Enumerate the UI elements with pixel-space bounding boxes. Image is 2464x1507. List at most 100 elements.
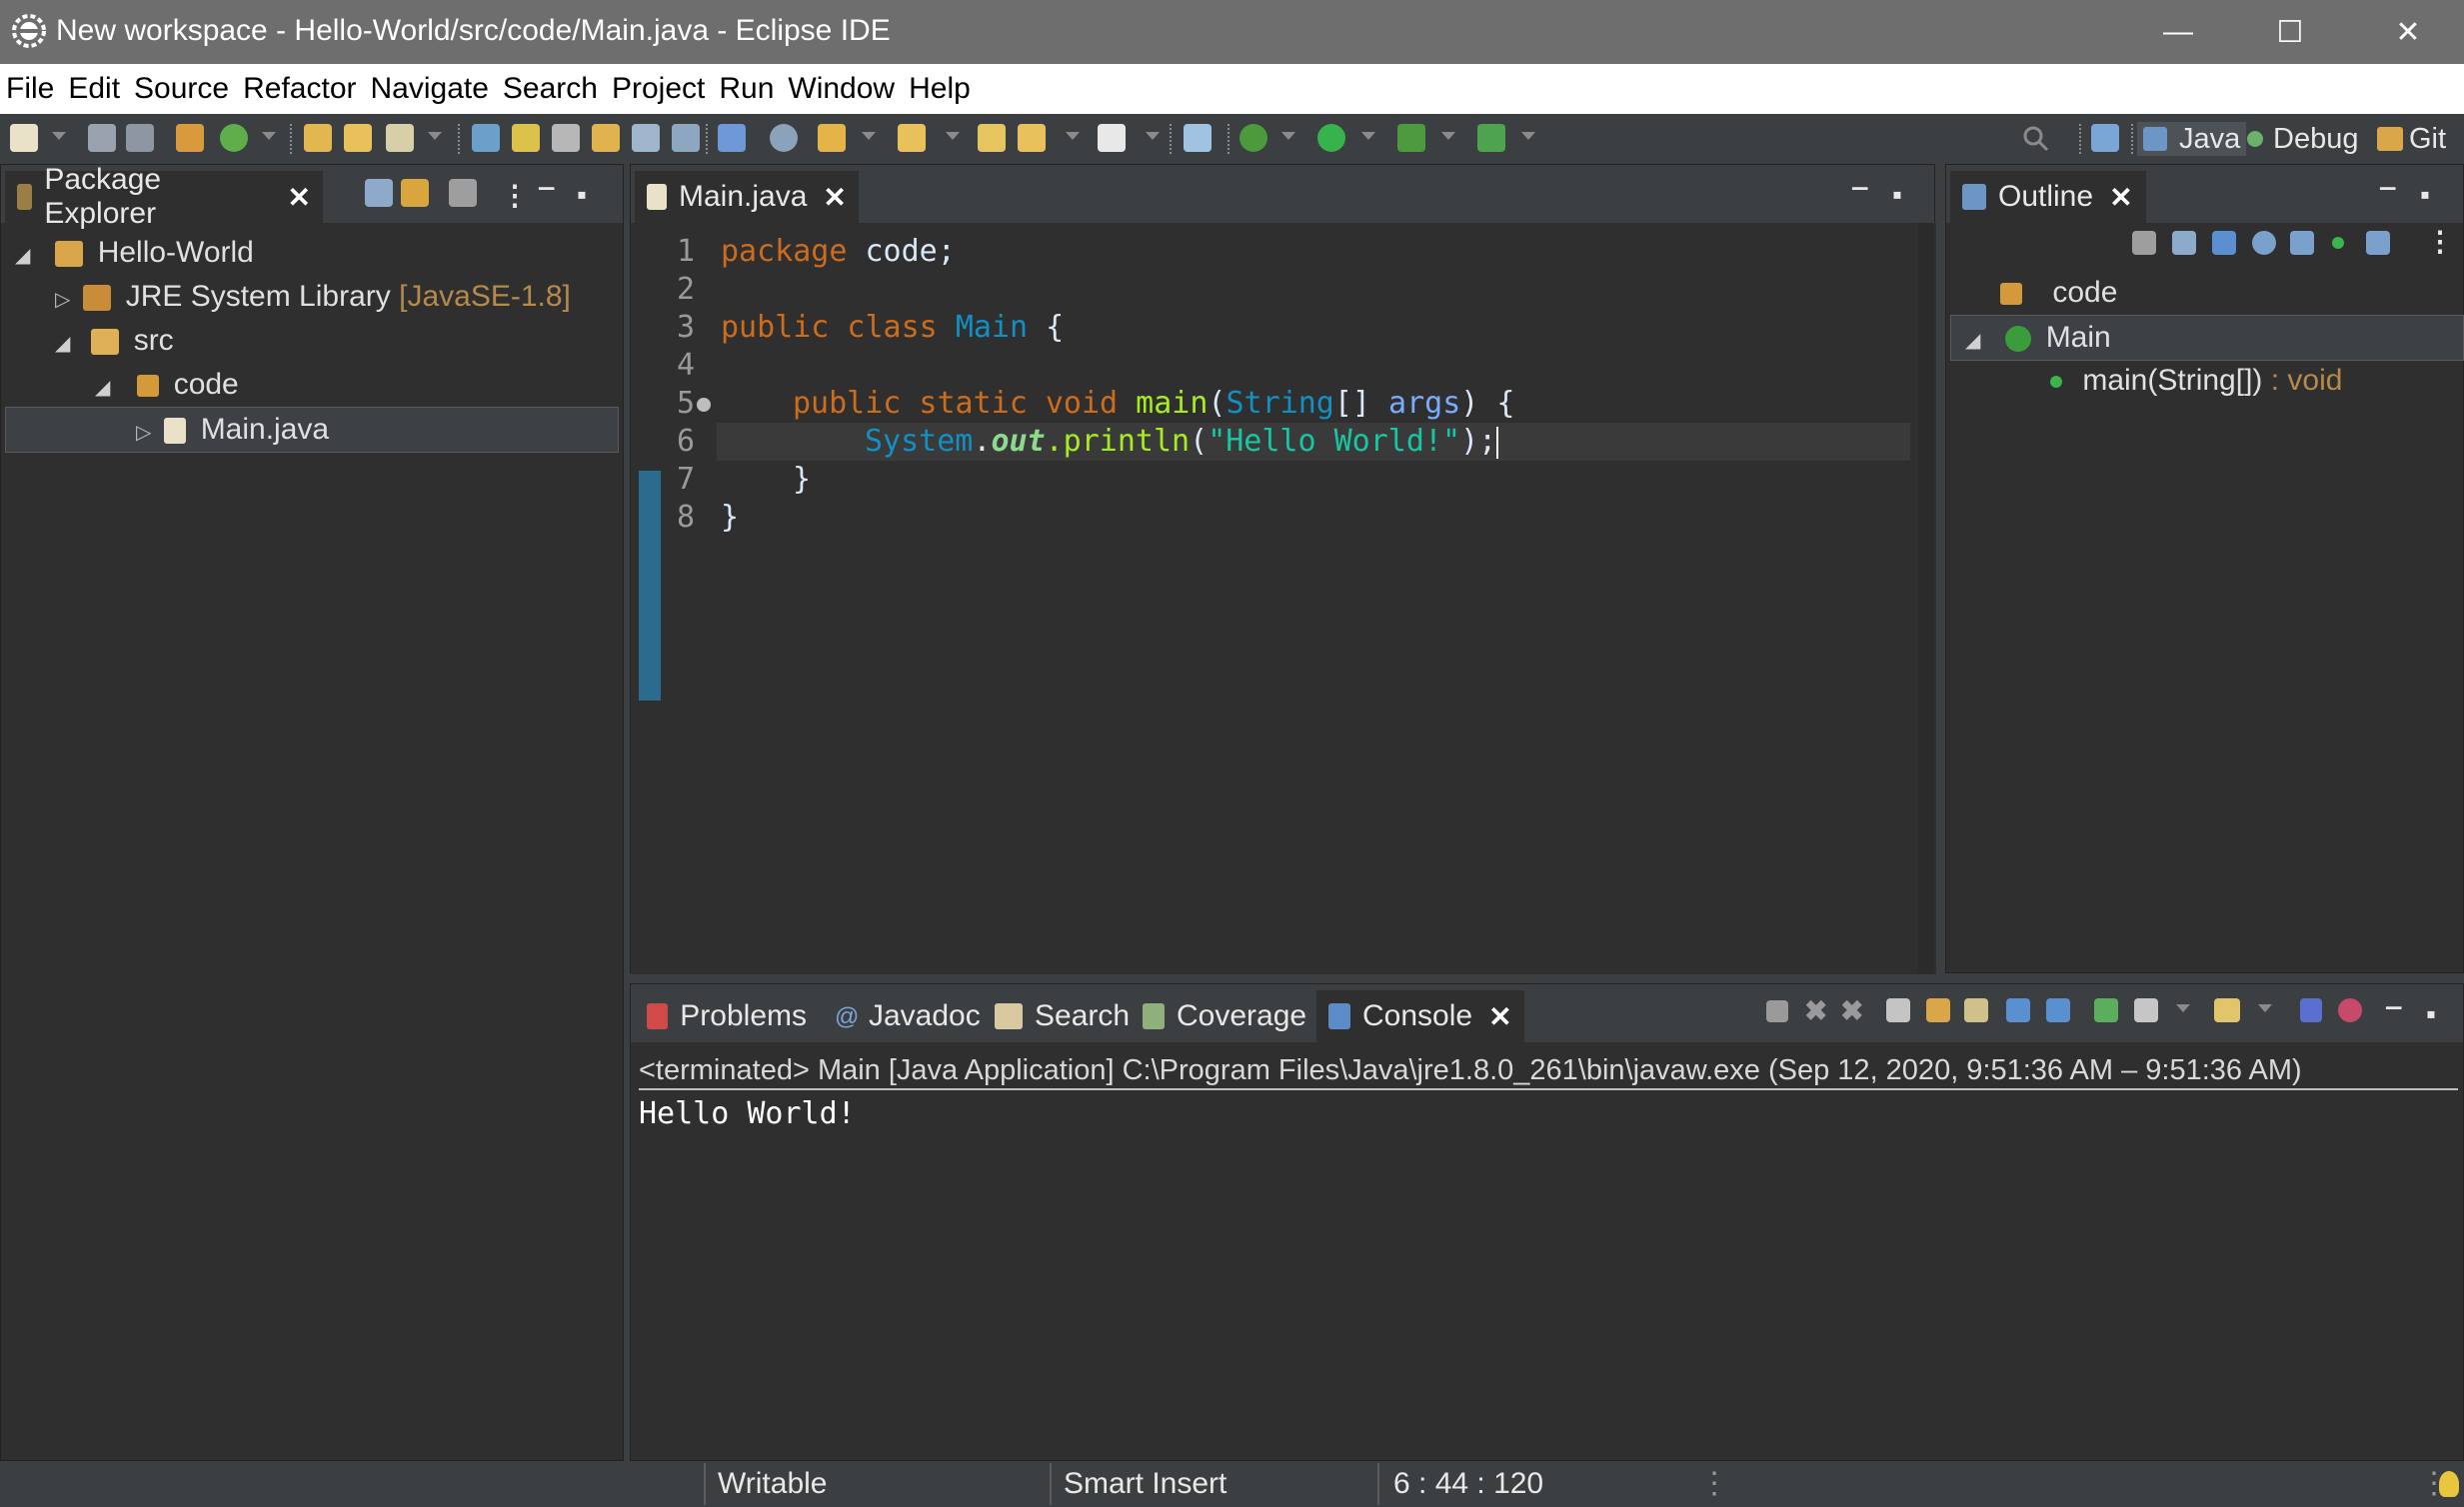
search-icon[interactable] (2021, 124, 2049, 152)
expanded-twisty-icon[interactable]: ◢ (55, 322, 77, 366)
tree-item-package-code[interactable]: ◢ code (95, 363, 239, 407)
tip-lightbulb-icon[interactable] (2439, 1471, 2459, 1497)
show-whitespace-icon[interactable] (672, 124, 700, 152)
tree-item-jre-library[interactable]: ▷ JRE System Library [JavaSE-1.8] (55, 275, 571, 319)
refresh-dropdown-icon[interactable] (262, 132, 276, 140)
block-select-icon[interactable] (632, 124, 660, 152)
show-console-output-icon[interactable] (2006, 998, 2030, 1022)
console-output[interactable]: Hello World! (639, 1094, 856, 1134)
new-icon[interactable] (10, 124, 38, 152)
annotation-icon[interactable] (552, 124, 580, 152)
tab-coverage[interactable]: Coverage (1131, 990, 1340, 1042)
perspective-git[interactable]: Git (2371, 122, 2452, 156)
highlight-icon[interactable] (512, 124, 540, 152)
save-all-icon[interactable] (126, 124, 154, 152)
save-icon[interactable] (88, 124, 116, 152)
collapse-all-icon[interactable] (2172, 231, 2196, 255)
menu-search[interactable]: Search (497, 64, 606, 114)
tab-problems[interactable]: Problems (635, 990, 819, 1042)
console-mode-icon[interactable] (2338, 998, 2362, 1022)
pin-console-icon[interactable] (2094, 998, 2118, 1022)
external-tools-icon[interactable] (1477, 124, 1505, 152)
next-annotation-dropdown-icon[interactable] (862, 132, 876, 140)
minimize-editor-icon[interactable]: ‒ (1852, 171, 1868, 203)
minimize-view-icon[interactable]: ‒ (539, 171, 555, 203)
filters-icon[interactable] (2132, 231, 2156, 255)
close-icon[interactable]: ✕ (288, 181, 311, 214)
close-icon[interactable]: ✕ (1488, 1000, 1511, 1033)
maximize-view-icon[interactable]: ▪ (2420, 179, 2430, 211)
hide-static-icon[interactable] (2290, 231, 2314, 255)
minimize-button[interactable]: — (2119, 0, 2237, 64)
fold-collapse-icon[interactable] (697, 398, 711, 412)
previous-annotation-dropdown-icon[interactable] (946, 132, 960, 140)
tab-package-explorer[interactable]: Package Explorer ✕ (5, 163, 323, 230)
hide-local-types-icon[interactable] (2366, 231, 2390, 255)
outline-item-package[interactable]: code (2000, 271, 2117, 315)
menu-file[interactable]: File (0, 64, 62, 114)
tab-main-java[interactable]: Main.java ✕ (635, 171, 859, 223)
tree-item-project[interactable]: ◢ Hello-World (15, 231, 254, 275)
perspective-debug[interactable]: Debug (2241, 122, 2364, 156)
menu-project[interactable]: Project (606, 64, 713, 114)
expanded-twisty-icon[interactable]: ◢ (95, 366, 117, 410)
remove-all-terminated-icon[interactable]: ✖ (1840, 994, 1863, 1027)
maximize-button[interactable]: ☐ (2231, 0, 2349, 64)
next-annotation-icon[interactable] (818, 124, 846, 152)
remove-launch-icon[interactable]: ✖ (1804, 994, 1827, 1027)
tab-javadoc[interactable]: @ Javadoc (823, 990, 1001, 1042)
outline-item-method-main[interactable]: main(String[]) : void (2050, 359, 2342, 403)
open-folder-icon[interactable] (344, 124, 372, 152)
filters-icon[interactable] (449, 179, 477, 207)
edit-dropdown-icon[interactable] (428, 132, 442, 140)
refresh-icon[interactable] (220, 124, 248, 152)
link-with-editor-icon[interactable] (401, 179, 429, 207)
hide-non-public-icon[interactable] (2332, 237, 2344, 249)
hide-fields-icon[interactable] (2252, 231, 2276, 255)
back-dropdown-icon[interactable] (1066, 132, 1080, 140)
edit-icon[interactable] (386, 124, 414, 152)
debug-icon[interactable] (1239, 124, 1267, 152)
show-console-error-icon[interactable] (2046, 998, 2070, 1022)
collapsed-twisty-icon[interactable]: ▷ (136, 411, 156, 455)
new-java-project-icon[interactable] (176, 124, 204, 152)
menu-help[interactable]: Help (903, 64, 979, 114)
menu-refactor[interactable]: Refactor (237, 64, 364, 114)
tree-item-src[interactable]: ◢ src (55, 319, 174, 363)
collapsed-twisty-icon[interactable]: ▷ (55, 278, 75, 322)
open-type-icon[interactable] (304, 124, 332, 152)
menu-window[interactable]: Window (782, 64, 903, 114)
back-icon[interactable] (1018, 124, 1046, 152)
last-edit-location-icon[interactable] (978, 124, 1006, 152)
close-icon[interactable]: ✕ (823, 181, 846, 214)
console-view-icon[interactable] (2300, 998, 2322, 1022)
view-menu-icon[interactable]: ⋮ (2426, 225, 2454, 258)
skip-breakpoints-icon[interactable] (770, 124, 798, 152)
minimize-view-icon[interactable]: ‒ (2380, 171, 2396, 203)
close-window-button[interactable]: ✕ (2349, 0, 2464, 64)
coverage-dropdown-icon[interactable] (1441, 132, 1455, 140)
forward-icon[interactable] (1098, 124, 1126, 152)
debug-dropdown-icon[interactable] (1281, 132, 1295, 140)
expanded-twisty-icon[interactable]: ◢ (1965, 319, 1987, 363)
maximize-view-icon[interactable]: ▪ (2426, 998, 2436, 1030)
word-wrap-icon[interactable] (1964, 998, 1988, 1022)
menu-navigate[interactable]: Navigate (365, 64, 497, 114)
forward-dropdown-icon[interactable] (1146, 132, 1160, 140)
status-more-icon[interactable]: ⋮ (1699, 1467, 1729, 1501)
run-icon[interactable] (1317, 124, 1345, 152)
breadcrumb-icon[interactable] (718, 124, 746, 152)
maximize-editor-icon[interactable]: ▪ (1892, 179, 1902, 211)
display-console-dropdown-icon[interactable] (2176, 1004, 2190, 1012)
menu-run[interactable]: Run (713, 64, 782, 114)
close-icon[interactable]: ✕ (2109, 181, 2132, 214)
search-type-icon[interactable] (472, 124, 500, 152)
pin-editor-icon[interactable] (1184, 124, 1212, 152)
outline-item-class-main[interactable]: ◢ Main (1950, 315, 2464, 361)
menu-source[interactable]: Source (128, 64, 237, 114)
previous-annotation-icon[interactable] (898, 124, 926, 152)
terminate-icon[interactable] (1766, 1000, 1788, 1022)
open-console-icon[interactable] (2214, 998, 2240, 1022)
external-tools-dropdown-icon[interactable] (1521, 132, 1535, 140)
tab-outline[interactable]: Outline ✕ (1950, 171, 2146, 223)
